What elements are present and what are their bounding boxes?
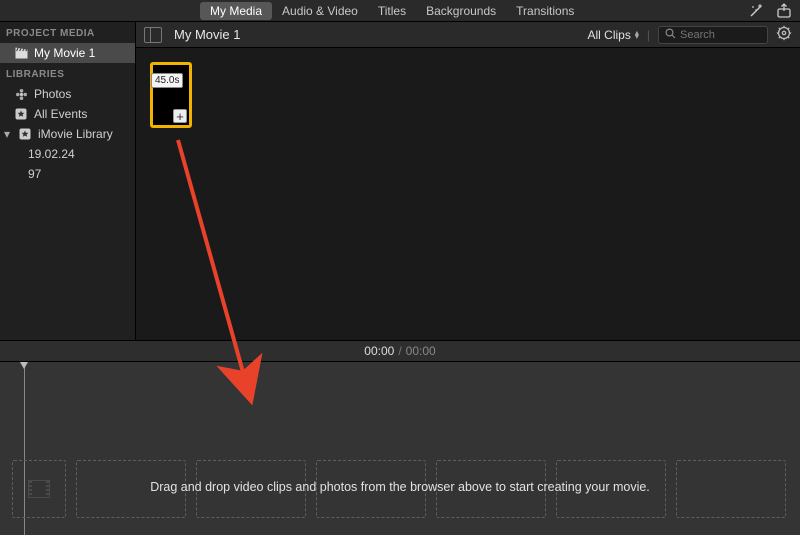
gear-icon[interactable] (776, 25, 792, 44)
time-separator: / (394, 344, 405, 358)
browser-toolbar: My Movie 1 All Clips ▴▾ | (136, 22, 800, 48)
add-clip-button[interactable]: + (173, 109, 187, 123)
tab-backgrounds[interactable]: Backgrounds (416, 2, 506, 20)
star-box-icon (14, 107, 28, 121)
chevron-down-icon: ▾ (4, 127, 12, 141)
sidebar-item-all-events[interactable]: All Events (0, 104, 135, 124)
search-input[interactable] (680, 29, 761, 41)
sidebar-item-project[interactable]: My Movie 1 (0, 43, 135, 63)
browser-title: My Movie 1 (174, 27, 240, 42)
search-field[interactable] (658, 26, 768, 44)
magic-wand-icon[interactable] (748, 3, 764, 19)
tab-audio-video[interactable]: Audio & Video (272, 2, 368, 20)
sidebar-item-label: 97 (28, 167, 41, 181)
sidebar-item-event-97[interactable]: 97 (0, 164, 135, 184)
sidebar-item-event-date[interactable]: 19.02.24 (0, 144, 135, 164)
timeline-slot[interactable] (676, 460, 786, 518)
sidebar: PROJECT MEDIA My Movie 1 LIBRARIES Photo… (0, 22, 136, 340)
timeline-slot[interactable] (196, 460, 306, 518)
share-icon[interactable] (776, 3, 792, 19)
sidebar-item-label: My Movie 1 (34, 46, 95, 60)
top-tab-bar: My Media Audio & Video Titles Background… (0, 0, 800, 22)
timeline-slot[interactable] (556, 460, 666, 518)
star-box-icon (18, 127, 32, 141)
clip-filter-label: All Clips (588, 28, 631, 42)
clapperboard-icon (14, 46, 28, 60)
timeline-slot[interactable] (316, 460, 426, 518)
time-total: 00:00 (406, 344, 436, 358)
sidebar-item-label: 19.02.24 (28, 147, 75, 161)
tab-my-media[interactable]: My Media (200, 2, 272, 20)
clip-filter-dropdown[interactable]: All Clips ▴▾ (588, 28, 639, 42)
media-browser: My Movie 1 All Clips ▴▾ | 45.0s + (136, 22, 800, 340)
tab-titles[interactable]: Titles (368, 2, 416, 20)
tab-transitions[interactable]: Transitions (506, 2, 584, 20)
photos-flower-icon (14, 87, 28, 101)
timeline-slot[interactable] (76, 460, 186, 518)
timeline[interactable]: Drag and drop video clips and photos fro… (0, 362, 800, 535)
sidebar-item-label: iMovie Library (38, 127, 113, 141)
timeline-placeholder-row (12, 460, 800, 518)
sidebar-item-library[interactable]: ▾ iMovie Library (0, 124, 135, 144)
clip-duration-badge: 45.0s (151, 73, 183, 88)
media-grid[interactable]: 45.0s + (136, 48, 800, 340)
search-icon (665, 28, 676, 42)
filmstrip-icon (28, 480, 50, 498)
sidebar-item-label: Photos (34, 87, 71, 101)
sidebar-section-project: PROJECT MEDIA (0, 22, 135, 43)
sidebar-toggle-icon[interactable] (144, 27, 162, 43)
sidebar-item-label: All Events (34, 107, 87, 121)
timeline-slot[interactable] (12, 460, 66, 518)
updown-icon: ▴▾ (635, 31, 639, 39)
media-clip[interactable]: 45.0s + (150, 62, 192, 128)
timeline-slot[interactable] (436, 460, 546, 518)
time-current: 00:00 (364, 344, 394, 358)
timeline-time-display: 00:00 / 00:00 (0, 340, 800, 362)
sidebar-item-photos[interactable]: Photos (0, 84, 135, 104)
main-area: PROJECT MEDIA My Movie 1 LIBRARIES Photo… (0, 22, 800, 340)
sidebar-section-libraries: LIBRARIES (0, 63, 135, 84)
